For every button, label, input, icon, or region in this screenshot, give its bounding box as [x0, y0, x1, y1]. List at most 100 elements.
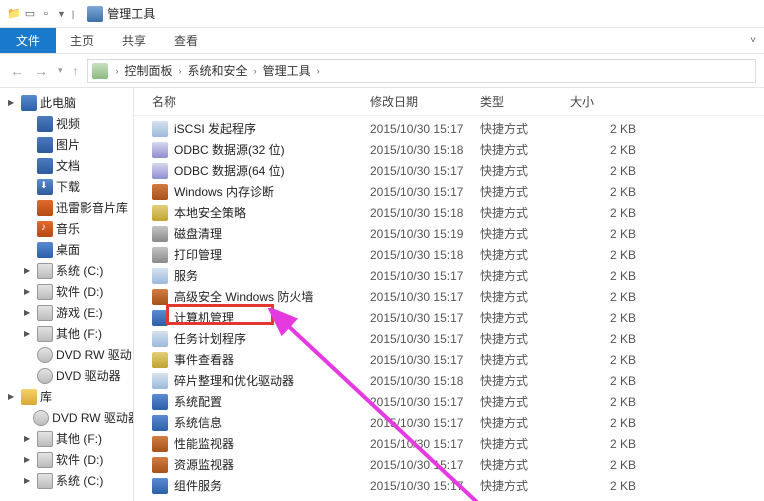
file-row[interactable]: 磁盘清理2015/10/30 15:19快捷方式2 KB — [134, 223, 764, 244]
file-row[interactable]: 服务2015/10/30 15:17快捷方式2 KB — [134, 265, 764, 286]
file-date: 2015/10/30 15:19 — [370, 227, 480, 241]
file-size: 2 KB — [570, 206, 650, 220]
nav-item[interactable]: ▶图片 — [0, 134, 133, 155]
file-type: 快捷方式 — [480, 183, 570, 200]
column-name[interactable]: 名称 — [134, 93, 370, 110]
nav-item[interactable]: ▶DVD 驱动器 — [0, 365, 133, 386]
nav-item[interactable]: ▶桌面 — [0, 239, 133, 260]
nav-item-label: 此电脑 — [40, 94, 76, 111]
nav-item[interactable]: ▶ 此电脑 — [0, 92, 133, 113]
nav-item[interactable]: ▶游戏 (E:) — [0, 302, 133, 323]
chevron-right-icon[interactable]: › — [250, 66, 261, 76]
breadcrumb-root-icon[interactable] — [92, 63, 108, 79]
nav-item[interactable]: ▶迅雷影音片库 — [0, 197, 133, 218]
nav-item[interactable]: ▶DVD RW 驱动 — [0, 344, 133, 365]
breadcrumb-part[interactable]: 控制面板 — [125, 62, 173, 79]
shortcut-icon — [152, 310, 168, 326]
ribbon-tab-file[interactable]: 文件 — [0, 28, 56, 53]
file-row[interactable]: 性能监视器2015/10/30 15:17快捷方式2 KB — [134, 433, 764, 454]
column-date[interactable]: 修改日期 — [370, 93, 480, 110]
file-date: 2015/10/30 15:17 — [370, 437, 480, 451]
expand-icon[interactable]: ▶ — [24, 266, 34, 275]
expand-icon[interactable]: ▶ — [8, 392, 18, 401]
file-size: 2 KB — [570, 353, 650, 367]
qat-dropdown-icon[interactable]: ▼ — [54, 9, 69, 19]
file-row[interactable]: ODBC 数据源(64 位)2015/10/30 15:17快捷方式2 KB — [134, 160, 764, 181]
file-row[interactable]: 本地安全策略2015/10/30 15:18快捷方式2 KB — [134, 202, 764, 223]
file-name: 本地安全策略 — [174, 204, 246, 221]
file-row[interactable]: iSCSI 发起程序2015/10/30 15:17快捷方式2 KB — [134, 118, 764, 139]
ribbon-tab[interactable]: 主页 — [56, 28, 108, 53]
file-type: 快捷方式 — [480, 330, 570, 347]
drive-icon — [37, 263, 53, 279]
nav-item[interactable]: ▶系统 (C:) — [0, 260, 133, 281]
file-row[interactable]: Windows 内存诊断2015/10/30 15:17快捷方式2 KB — [134, 181, 764, 202]
file-date: 2015/10/30 15:18 — [370, 248, 480, 262]
file-row[interactable]: 系统信息2015/10/30 15:17快捷方式2 KB — [134, 412, 764, 433]
expand-icon[interactable]: ▶ — [24, 476, 34, 485]
breadcrumb-part[interactable]: 管理工具 — [263, 62, 311, 79]
expand-icon[interactable]: ▶ — [8, 98, 18, 107]
file-name: 打印管理 — [174, 246, 222, 263]
file-row[interactable]: 碎片整理和优化驱动器2015/10/30 15:18快捷方式2 KB — [134, 370, 764, 391]
nav-item[interactable]: ▶DVD RW 驱动器 — [0, 407, 133, 428]
expand-icon[interactable]: ▶ — [24, 308, 34, 317]
ribbon-tab[interactable]: 查看 — [160, 28, 212, 53]
shortcut-icon — [152, 226, 168, 242]
expand-icon[interactable]: ▶ — [24, 455, 34, 464]
column-type[interactable]: 类型 — [480, 93, 570, 110]
chevron-right-icon[interactable]: › — [175, 66, 186, 76]
chevron-right-icon[interactable]: › — [112, 66, 123, 76]
file-name: 资源监视器 — [174, 456, 234, 473]
file-row[interactable]: ODBC 数据源(32 位)2015/10/30 15:18快捷方式2 KB — [134, 139, 764, 160]
nav-item[interactable]: ▶其他 (F:) — [0, 323, 133, 344]
nav-back-icon[interactable]: ← — [8, 63, 26, 79]
chevron-right-icon[interactable]: › — [313, 66, 324, 76]
file-row[interactable]: 系统配置2015/10/30 15:17快捷方式2 KB — [134, 391, 764, 412]
expand-icon[interactable]: ▶ — [24, 434, 34, 443]
file-row[interactable]: 任务计划程序2015/10/30 15:17快捷方式2 KB — [134, 328, 764, 349]
file-size: 2 KB — [570, 374, 650, 388]
ribbon-tab[interactable]: 共享 — [108, 28, 160, 53]
file-row[interactable]: 组件服务2015/10/30 15:17快捷方式2 KB — [134, 475, 764, 496]
file-row[interactable]: 计算机管理2015/10/30 15:17快捷方式2 KB — [134, 307, 764, 328]
nav-forward-icon[interactable]: → — [32, 63, 50, 79]
column-headers[interactable]: 名称 修改日期 类型 大小 — [134, 88, 764, 116]
ribbon-expand-icon[interactable]: ˅ — [742, 28, 764, 53]
file-row[interactable]: 事件查看器2015/10/30 15:17快捷方式2 KB — [134, 349, 764, 370]
file-type: 快捷方式 — [480, 246, 570, 263]
nav-item-label: 音乐 — [56, 220, 80, 237]
new-folder-icon[interactable]: ▫ — [38, 6, 54, 22]
nav-item[interactable]: ▶库 — [0, 386, 133, 407]
nav-item[interactable]: ▶视频 — [0, 113, 133, 134]
nav-item[interactable]: ▶音乐 — [0, 218, 133, 239]
nav-item[interactable]: ▶软件 (D:) — [0, 281, 133, 302]
shortcut-icon — [152, 268, 168, 284]
nav-item[interactable]: ▶其他 (F:) — [0, 428, 133, 449]
file-row[interactable]: 打印管理2015/10/30 15:18快捷方式2 KB — [134, 244, 764, 265]
nav-item[interactable]: ▶系统 (C:) — [0, 470, 133, 491]
music-icon — [37, 221, 53, 237]
breadcrumb[interactable]: › 控制面板 › 系统和安全 › 管理工具 › — [87, 59, 756, 83]
navigation-pane[interactable]: ▶此电脑▶视频▶图片▶文档▶下载▶迅雷影音片库▶音乐▶桌面▶系统 (C:)▶软件… — [0, 88, 134, 501]
file-row[interactable]: 资源监视器2015/10/30 15:17快捷方式2 KB — [134, 454, 764, 475]
drive-icon — [37, 326, 53, 342]
file-date: 2015/10/30 15:17 — [370, 122, 480, 136]
column-size[interactable]: 大小 — [570, 93, 650, 110]
expand-icon[interactable]: ▶ — [24, 329, 34, 338]
properties-icon[interactable]: ▭ — [22, 6, 38, 22]
expand-icon[interactable]: ▶ — [24, 287, 34, 296]
shortcut-icon — [152, 121, 168, 137]
file-date: 2015/10/30 15:18 — [370, 374, 480, 388]
nav-item[interactable]: ▶文档 — [0, 155, 133, 176]
file-row[interactable]: 高级安全 Windows 防火墙2015/10/30 15:17快捷方式2 KB — [134, 286, 764, 307]
nav-up-icon[interactable]: ↑ — [71, 64, 81, 78]
video-icon — [37, 116, 53, 132]
nav-item[interactable]: ▶软件 (D:) — [0, 449, 133, 470]
file-size: 2 KB — [570, 479, 650, 493]
nav-recent-icon[interactable]: ▾ — [56, 65, 65, 76]
file-size: 2 KB — [570, 332, 650, 346]
nav-item[interactable]: ▶下载 — [0, 176, 133, 197]
breadcrumb-part[interactable]: 系统和安全 — [188, 62, 248, 79]
address-bar: ← → ▾ ↑ › 控制面板 › 系统和安全 › 管理工具 › — [0, 54, 764, 88]
